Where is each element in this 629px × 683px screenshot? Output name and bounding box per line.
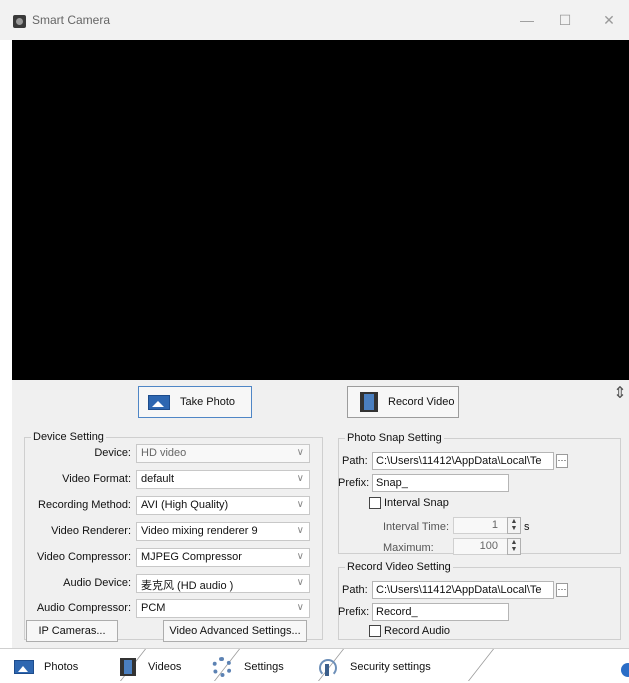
ip-cameras-button[interactable]: IP Cameras... (26, 620, 118, 642)
audio-device-label: Audio Device: (63, 577, 131, 589)
collapse-toggle-icon[interactable]: ⇕ (612, 386, 628, 402)
tab-videos-label: Videos (148, 661, 182, 673)
chevron-down-icon: ∨ (296, 577, 304, 588)
film-icon (360, 392, 378, 412)
photo-path-input[interactable]: C:\Users\11412\AppData\Local\Te (372, 452, 554, 470)
photo-icon (14, 660, 34, 674)
tab-photos-label: Photos (44, 661, 79, 673)
window-title: Smart Camera (32, 13, 111, 27)
audio-compressor-select[interactable]: PCM ∨ (136, 599, 310, 618)
capture-toolbar: Take Photo Record Video ⇕ (12, 380, 629, 428)
tab-security-settings[interactable]: Security settings (318, 653, 431, 681)
video-format-select[interactable]: default ∨ (136, 470, 310, 489)
record-prefix-label: Prefix: (338, 606, 370, 618)
minimize-button[interactable]: — (517, 12, 537, 28)
video-format-value: default (141, 473, 175, 485)
tab-settings-label: Settings (244, 661, 284, 673)
gear-icon (212, 657, 232, 677)
recording-method-label: Recording Method: (38, 499, 131, 511)
video-renderer-select[interactable]: Video mixing renderer 9 ∨ (136, 522, 310, 541)
antenna-icon (318, 658, 337, 677)
video-compressor-select[interactable]: MJPEG Compressor ∨ (136, 548, 310, 567)
photo-snap-title: Photo Snap Setting (345, 432, 444, 444)
maximum-label: Maximum: (383, 542, 434, 554)
photo-prefix-label: Prefix: (338, 477, 370, 489)
tab-security-label: Security settings (350, 661, 431, 673)
tab-divider (468, 649, 495, 681)
close-button[interactable]: ✕ (599, 12, 619, 28)
chevron-down-icon: ∨ (296, 473, 304, 484)
photo-icon (148, 394, 170, 410)
chevron-down-icon: ∨ (296, 602, 304, 613)
audio-compressor-value: PCM (141, 602, 166, 614)
interval-snap-checkbox[interactable] (369, 497, 381, 509)
photo-path-browse-button[interactable]: ··· (556, 454, 568, 468)
device-value: HD video (141, 447, 187, 459)
video-format-label: Video Format: (62, 473, 131, 485)
record-path-label: Path: (342, 584, 368, 596)
device-select[interactable]: HD video ∨ (136, 444, 310, 463)
video-compressor-label: Video Compressor: (37, 551, 131, 563)
record-path-browse-button[interactable]: ··· (556, 583, 568, 597)
maximize-button[interactable]: ☐ (555, 12, 575, 28)
video-renderer-label: Video Renderer: (51, 525, 131, 537)
video-preview (12, 40, 629, 380)
audio-compressor-label: Audio Compressor: (36, 602, 131, 614)
record-video-title: Record Video Setting (345, 561, 453, 573)
tab-settings[interactable]: Settings (212, 653, 284, 681)
audio-device-select[interactable]: 麦克风 (HD audio ) ∨ (136, 574, 310, 593)
camera-app-icon (13, 15, 26, 28)
chevron-down-icon: ∨ (296, 551, 304, 562)
title-bar: Smart Camera — ☐ ✕ (0, 0, 629, 40)
chevron-down-icon: ∨ (296, 447, 304, 458)
tab-videos[interactable]: Videos (120, 653, 181, 681)
video-advanced-settings-button[interactable]: Video Advanced Settings... (163, 620, 307, 642)
audio-device-value: 麦克风 (HD audio ) (141, 580, 234, 592)
record-audio-label: Record Audio (384, 625, 451, 637)
take-photo-label: Take Photo (180, 396, 236, 408)
photo-prefix-input[interactable]: Snap_ (372, 474, 509, 492)
recording-method-select[interactable]: AVI (High Quality) ∨ (136, 496, 310, 515)
device-label: Device: (94, 447, 131, 459)
bottom-tab-bar: Photos Videos Settings Security settings (0, 648, 629, 683)
video-compressor-value: MJPEG Compressor (141, 551, 242, 563)
tab-photos[interactable]: Photos (14, 653, 78, 681)
interval-unit-label: s (524, 521, 530, 533)
interval-time-spinner[interactable]: ▲ ▼ (507, 517, 521, 534)
record-path-input[interactable]: C:\Users\11412\AppData\Local\Te (372, 581, 554, 599)
photo-path-label: Path: (342, 455, 368, 467)
film-icon (120, 658, 136, 676)
record-video-label: Record Video (388, 396, 455, 408)
maximum-spinner[interactable]: ▲ ▼ (507, 538, 521, 555)
record-audio-checkbox[interactable] (369, 625, 381, 637)
record-prefix-input[interactable]: Record_ (372, 603, 509, 621)
interval-snap-label: Interval Snap (384, 497, 449, 509)
record-video-button[interactable]: Record Video (347, 386, 459, 418)
chevron-down-icon: ∨ (296, 499, 304, 510)
video-renderer-value: Video mixing renderer 9 (141, 525, 258, 537)
settings-panel: Device Setting Device: HD video ∨ Video F… (12, 428, 629, 648)
take-photo-button[interactable]: Take Photo (138, 386, 252, 418)
chevron-down-icon: ∨ (296, 525, 304, 536)
info-icon[interactable] (621, 663, 629, 677)
recording-method-value: AVI (High Quality) (141, 499, 229, 511)
device-setting-title: Device Setting (31, 431, 106, 443)
interval-time-label: Interval Time: (383, 521, 450, 533)
